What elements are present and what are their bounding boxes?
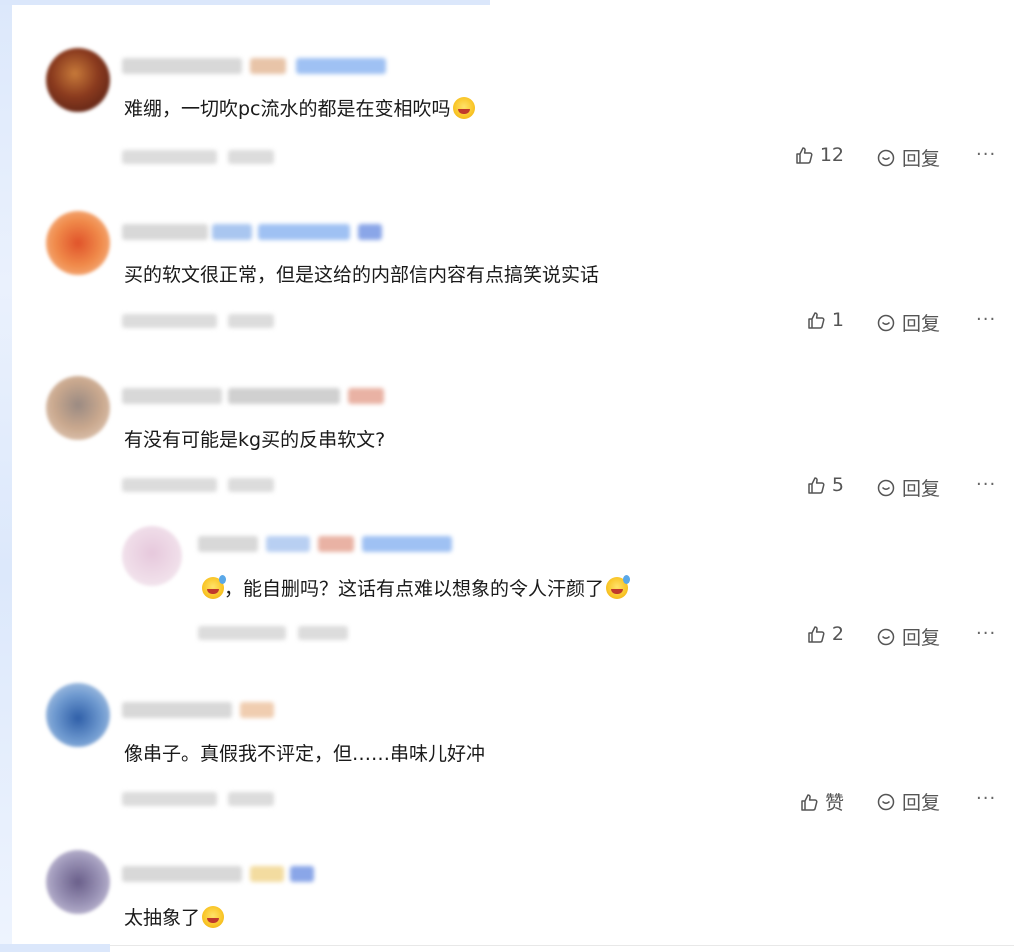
user-badge: [240, 702, 274, 718]
username[interactable]: [122, 388, 222, 404]
comment-icon: [877, 479, 895, 496]
username[interactable]: [122, 58, 242, 74]
more-options-button[interactable]: ···: [976, 623, 996, 644]
username[interactable]: [122, 224, 208, 240]
user-tag: [258, 224, 350, 240]
comment-icon: [877, 793, 895, 810]
user-badge: [348, 388, 384, 404]
user-tag: [362, 536, 452, 552]
username[interactable]: [122, 702, 232, 718]
thumbs-up-icon: [796, 147, 813, 164]
smirk-emoji: [452, 97, 475, 119]
divider: [110, 945, 1014, 946]
reply-button[interactable]: 回复: [876, 309, 940, 336]
astonished-emoji: [202, 906, 225, 928]
user-badge: [266, 536, 310, 552]
comment-actions: 2 回复 ···: [0, 623, 1034, 650]
avatar[interactable]: [122, 526, 182, 586]
like-count: 1: [831, 309, 844, 331]
comment-text: 像串子。真假我不评定，但……串味儿好冲: [124, 743, 486, 765]
like-count: 12: [819, 144, 844, 166]
comment-actions: 5 回复 ···: [0, 474, 1034, 501]
bottom-edge-decoration: [0, 944, 110, 952]
thumbs-up-icon: [808, 312, 825, 329]
comment-icon: [877, 149, 895, 166]
comment-text: 难绷，一切吹pc流水的都是在变相吹吗: [124, 97, 475, 121]
comment-text: 买的软文很正常，但是这给的内部信内容有点搞笑说实话: [124, 264, 600, 286]
more-options-button[interactable]: ···: [976, 144, 996, 165]
top-edge-decoration: [0, 0, 490, 5]
user-level: [290, 866, 314, 882]
like-count: 2: [831, 623, 844, 645]
more-options-button[interactable]: ···: [976, 788, 996, 809]
reply-button[interactable]: 回复: [876, 474, 940, 501]
comment-icon: [877, 314, 895, 331]
user-badge: [212, 224, 252, 240]
like-button[interactable]: 5: [806, 474, 844, 496]
comment-actions: 12 回复 ···: [0, 144, 1034, 171]
avatar[interactable]: [46, 376, 110, 440]
comment-actions: 赞 回复 ···: [0, 788, 1034, 815]
comment-icon: [877, 628, 895, 645]
username-suffix: [228, 388, 340, 404]
more-options-button[interactable]: ···: [976, 309, 996, 330]
avatar[interactable]: [46, 850, 110, 914]
reply-button[interactable]: 回复: [876, 144, 940, 171]
comment-actions: 1 回复 ···: [0, 309, 1034, 336]
user-level: [358, 224, 382, 240]
like-count: 5: [831, 474, 844, 496]
thumbs-up-icon: [808, 626, 825, 643]
like-button[interactable]: 赞: [799, 788, 844, 815]
user-badge: [250, 866, 284, 882]
user-tag: [296, 58, 386, 74]
avatar[interactable]: [46, 48, 110, 112]
comment-text: 有没有可能是kg买的反串软文?: [124, 429, 386, 451]
reply-button[interactable]: 回复: [876, 623, 940, 650]
user-badge: [250, 58, 286, 74]
sweat-smile-emoji: [606, 575, 631, 599]
reply-button[interactable]: 回复: [876, 788, 940, 815]
avatar[interactable]: [46, 211, 110, 275]
sweat-smile-emoji: [202, 575, 226, 599]
comment-text: ，能自删吗？这话有点难以想象的令人汗颜了: [200, 575, 631, 601]
like-button[interactable]: 12: [794, 144, 844, 166]
like-label: 赞: [824, 792, 844, 814]
like-button[interactable]: 1: [806, 309, 844, 331]
username[interactable]: [198, 536, 258, 552]
thumbs-up-icon: [801, 793, 818, 811]
avatar[interactable]: [46, 683, 110, 747]
user-level: [318, 536, 354, 552]
like-button[interactable]: 2: [806, 623, 844, 645]
comment-text: 太抽象了: [124, 906, 225, 930]
username[interactable]: [122, 866, 242, 882]
more-options-button[interactable]: ···: [976, 474, 996, 495]
thumbs-up-icon: [808, 477, 825, 494]
